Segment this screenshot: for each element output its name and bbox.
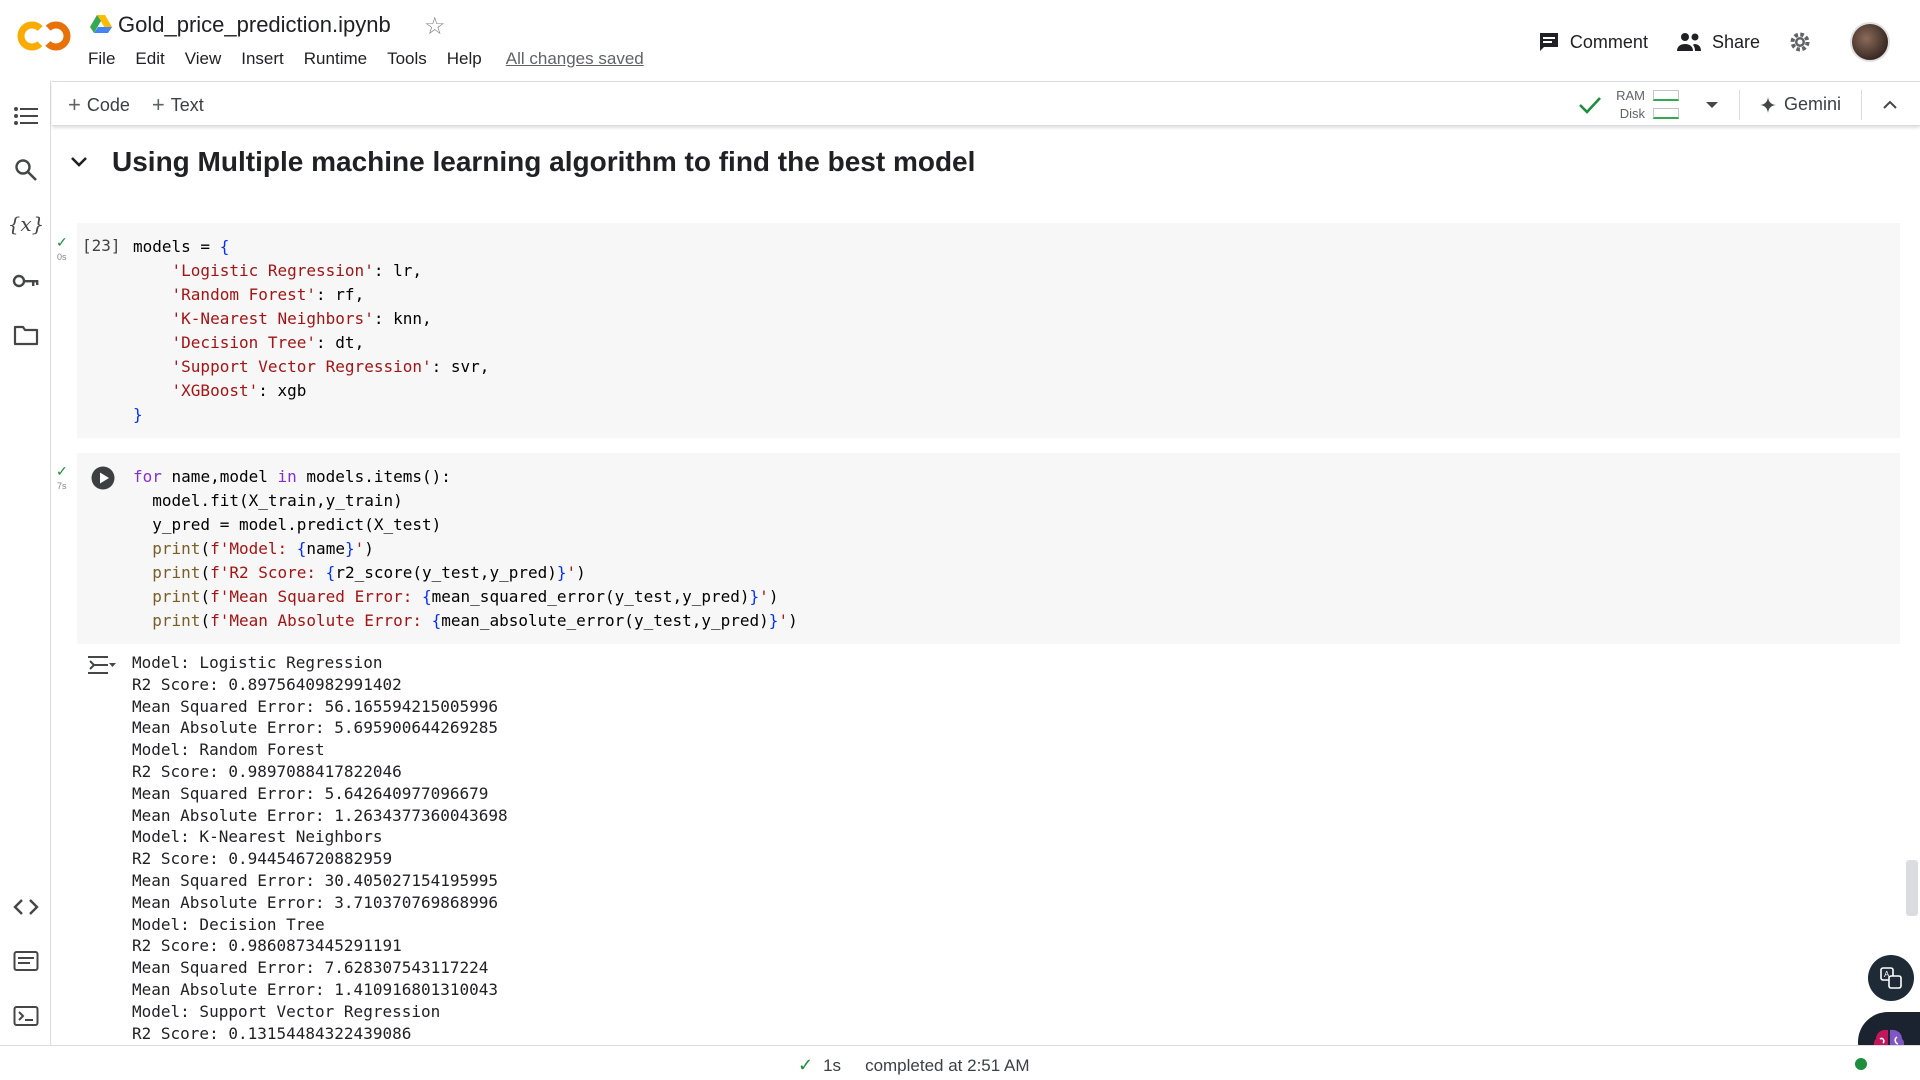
header-actions: Comment Share [1538,22,1920,62]
output-line: R2 Score: 0.8975640982991402 [132,674,402,694]
execution-status[interactable]: ✓ 1s completed at 2:51 AM [798,1055,1030,1076]
code-snippets-icon[interactable] [12,893,40,921]
notebook-toolbar: + Code + Text RAM Disk Gemini [52,81,1920,126]
star-icon[interactable]: ☆ [424,12,446,41]
menu-insert[interactable]: Insert [241,49,284,69]
section-heading: Using Multiple machine learning algorith… [70,146,975,178]
connected-check-icon[interactable] [1578,95,1602,115]
output-line: Model: Logistic Regression [132,653,383,672]
gear-icon [1790,32,1810,52]
output-line: R2 Score: 0.944546720882959 [132,849,393,869]
gemini-label: Gemini [1783,94,1841,114]
output-line: Mean Absolute Error: 1.410916801310043 [132,979,499,999]
toolbar-divider [1738,89,1740,120]
colab-logo[interactable] [16,18,72,54]
runtime-group: RAM Disk Gemini [1578,82,1920,127]
insert-cell-group: + Code + Text [68,92,226,118]
toolbar-divider [1861,89,1862,120]
run-cell-button[interactable] [91,466,115,490]
menu-bar: File Edit View Insert Runtime Tools Help… [88,49,644,69]
add-code-button[interactable]: + Code [68,92,130,118]
plus-icon: + [151,92,165,117]
output-line: Mean Squared Error: 7.628307543117224 [132,958,489,978]
share-label: Share [1711,31,1760,52]
menu-view[interactable]: View [185,49,222,69]
status-bar: ✓ 1s completed at 2:51 AM [0,1045,1920,1080]
output-line: Model: K-Nearest Neighbors [132,827,383,847]
user-avatar[interactable] [1850,22,1890,62]
share-button[interactable]: Share [1676,32,1760,53]
code-cell-models[interactable]: models = { 'Logistic Regression': lr, 'R… [77,223,1900,438]
section-title: Using Multiple machine learning algorith… [112,146,976,177]
cell-success-check-icon: ✓ [56,234,68,250]
chevron-down-icon[interactable] [70,156,88,168]
connection-status-dot [1855,1058,1867,1070]
menu-file[interactable]: File [88,49,115,69]
collapse-header-icon[interactable] [1882,100,1898,110]
share-people-icon [1676,33,1701,51]
ram-label: RAM [1616,88,1645,103]
output-line: R2 Score: 0.9897088417822046 [132,761,402,781]
folder-icon[interactable] [12,321,40,349]
google-drive-icon[interactable] [90,14,112,34]
menu-tools[interactable]: Tools [387,49,427,69]
cell-success-check-icon: ✓ [56,463,68,479]
output-line: Mean Squared Error: 56.165594215005996 [132,696,499,716]
save-status[interactable]: All changes saved [506,49,644,69]
comment-icon [1539,33,1558,51]
execution-count: [23] [82,236,121,255]
cell-exec-time: 7s [57,481,67,491]
output-line: Mean Absolute Error: 1.2634377360043698 [132,805,508,825]
runtime-dropdown-icon[interactable] [1705,100,1719,110]
search-icon[interactable] [12,156,40,184]
output-line: Model: Decision Tree [132,914,325,934]
output-actions-icon[interactable] [88,654,116,676]
add-text-button[interactable]: + Text [152,92,204,118]
add-text-label: Text [170,94,204,115]
command-palette-icon[interactable] [12,947,40,975]
output-line: R2 Score: 0.9860873445291191 [132,936,402,956]
add-code-label: Code [86,94,130,115]
translate-button[interactable]: A [1868,955,1914,1001]
comment-label: Comment [1569,31,1648,52]
code-editor[interactable]: models = { 'Logistic Regression': lr, 'R… [133,235,489,427]
output-line: Mean Squared Error: 5.642640977096679 [132,783,489,803]
disk-bar [1652,108,1679,119]
gemini-button[interactable]: Gemini [1759,94,1841,115]
completed-time: completed at 2:51 AM [865,1055,1030,1075]
gemini-sparkle-icon [1759,96,1776,113]
table-of-contents-icon[interactable] [12,102,40,130]
output-line: Mean Squared Error: 30.405027154195995 [132,870,499,890]
completed-check-icon: ✓ [798,1055,814,1075]
colab-window: Gold_price_prediction.ipynb ☆ File Edit … [0,0,1920,1080]
vertical-scrollbar[interactable] [1906,860,1918,916]
menu-help[interactable]: Help [447,49,482,69]
code-cell-training-loop[interactable]: for name,model in models.items(): model.… [77,453,1900,644]
resource-monitor[interactable]: RAM Disk [1616,87,1679,123]
output-line: R2 Score: 0.13154484322439086 [132,1023,412,1043]
notebook-title[interactable]: Gold_price_prediction.ipynb [118,12,391,38]
output-line: Model: Support Vector Regression [132,1001,441,1021]
menu-edit[interactable]: Edit [135,49,164,69]
code-editor[interactable]: for name,model in models.items(): model.… [133,465,798,633]
cell-output: Model: Logistic Regression R2 Score: 0.89… [132,652,508,1044]
ram-bar [1652,90,1679,101]
terminal-icon[interactable] [12,1002,40,1030]
cell-exec-time: 0s [57,252,67,262]
execution-duration: 1s [823,1055,842,1075]
output-line: Model: Random Forest [132,740,325,760]
plus-icon: + [68,92,81,117]
output-line: Mean Absolute Error: 3.710370769868996 [132,892,499,912]
output-line: Mean Absolute Error: 5.695900644269285 [132,718,499,738]
comment-button[interactable]: Comment [1538,31,1648,53]
translate-icon: A [1880,967,1902,989]
app-header: Gold_price_prediction.ipynb ☆ File Edit … [0,0,1920,80]
svg-text:A: A [1884,970,1890,979]
left-sidebar: {𝑥} [0,81,51,1045]
key-icon[interactable] [12,267,40,295]
variables-icon[interactable]: {𝑥} [8,210,45,238]
menu-runtime[interactable]: Runtime [304,49,367,69]
settings-button[interactable] [1788,30,1822,54]
disk-label: Disk [1619,106,1645,121]
